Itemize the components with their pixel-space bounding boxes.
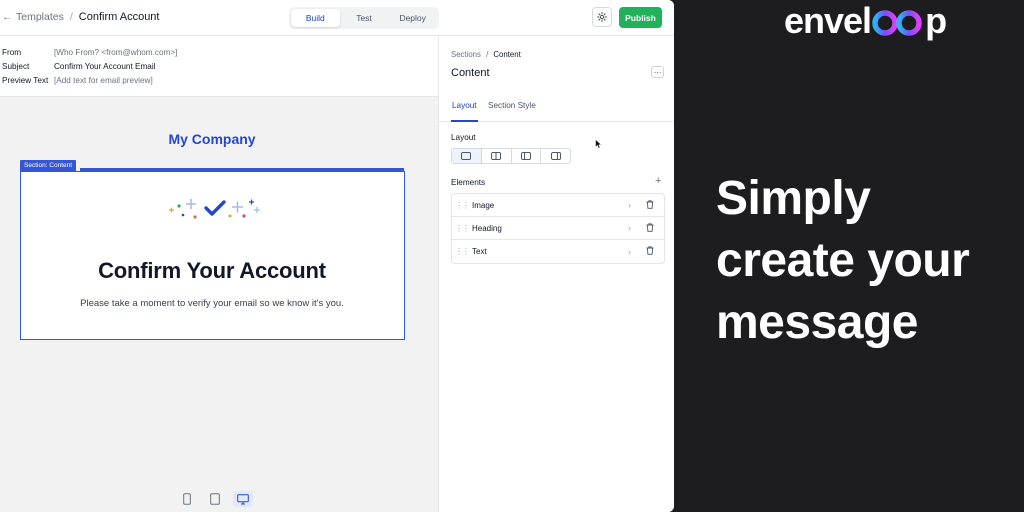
- layout-single-column[interactable]: [452, 149, 482, 163]
- layout-right-sidebar[interactable]: [541, 149, 570, 163]
- promo-line-3: message: [716, 296, 918, 349]
- trash-icon[interactable]: [646, 246, 654, 255]
- email-heading[interactable]: Confirm Your Account: [21, 258, 403, 284]
- panel-crumb-separator: /: [486, 50, 489, 59]
- promo-line-2: create your: [716, 234, 970, 287]
- subject-field[interactable]: Confirm Your Account Email: [54, 62, 155, 71]
- logo-text-right: p: [925, 0, 947, 41]
- layout-picker: [451, 148, 571, 164]
- mode-switcher: Build Test Deploy: [289, 7, 439, 29]
- tab-section-style[interactable]: Section Style: [488, 101, 536, 110]
- meta-row-subject[interactable]: Subject Confirm Your Account Email: [2, 62, 155, 71]
- chevron-right-icon[interactable]: ›: [628, 223, 631, 233]
- element-row-heading[interactable]: ⋮⋮ Heading ›: [452, 217, 664, 240]
- breadcrumb-templates[interactable]: Templates: [16, 11, 64, 23]
- more-options-button[interactable]: …: [651, 66, 664, 78]
- two-column-icon: [491, 152, 501, 160]
- active-tab-indicator: [451, 120, 478, 122]
- single-column-icon: [461, 152, 472, 160]
- element-row-image[interactable]: ⋮⋮ Image ›: [452, 194, 664, 217]
- publish-button[interactable]: Publish: [619, 7, 662, 28]
- device-preview-switcher: [177, 491, 253, 507]
- section-tag[interactable]: Section: Content: [20, 160, 77, 171]
- drag-handle-icon[interactable]: ⋮⋮: [452, 224, 472, 233]
- element-label: Text: [472, 247, 487, 256]
- layout-two-column[interactable]: [482, 149, 512, 163]
- preview-text-field[interactable]: [Add text for email preview]: [54, 76, 153, 85]
- panel-breadcrumb: Sections / Content: [451, 50, 521, 59]
- meta-label: Preview Text: [2, 76, 49, 85]
- editor-window: ← Templates / Confirm Account Build Test…: [0, 0, 674, 512]
- chevron-right-icon[interactable]: ›: [628, 247, 631, 257]
- layout-label: Layout: [451, 133, 476, 142]
- tab-layout[interactable]: Layout: [452, 101, 477, 110]
- element-label: Image: [472, 200, 495, 210]
- desktop-icon: [237, 493, 249, 504]
- mobile-preview-button[interactable]: [177, 491, 197, 507]
- mode-test[interactable]: Test: [340, 9, 389, 27]
- tablet-preview-button[interactable]: [205, 491, 225, 507]
- promo-headline: Simply create your message: [716, 168, 1016, 354]
- logo-infinity-icon: [872, 10, 922, 36]
- logo-text-left: envel: [784, 0, 872, 41]
- panel-tabs: Layout Section Style: [439, 96, 674, 122]
- brand-logo: envel p: [784, 0, 947, 42]
- tablet-icon: [210, 493, 220, 505]
- sparkle-check-icon: [169, 199, 260, 219]
- properties-panel: Sections / Content Content … Layout Sect…: [438, 36, 674, 512]
- add-element-button[interactable]: +: [655, 175, 661, 187]
- breadcrumb-current: Confirm Account: [78, 11, 160, 23]
- element-label: Heading: [472, 223, 502, 233]
- screen: ← Templates / Confirm Account Build Test…: [0, 0, 1024, 512]
- chevron-right-icon[interactable]: ›: [628, 200, 631, 210]
- mode-deploy[interactable]: Deploy: [388, 9, 437, 27]
- right-sidebar-icon: [550, 152, 561, 160]
- panel-title: Content: [451, 67, 490, 79]
- left-sidebar-icon: [521, 152, 531, 160]
- elements-label: Elements: [451, 178, 486, 187]
- mouse-cursor-icon: [595, 139, 602, 149]
- meta-label: From: [2, 48, 22, 57]
- breadcrumb: ← Templates / Confirm Account: [2, 11, 159, 23]
- drag-handle-icon[interactable]: ⋮⋮: [452, 247, 472, 256]
- meta-label: Subject: [2, 62, 30, 71]
- phone-icon: [183, 493, 191, 505]
- mode-build[interactable]: Build: [291, 9, 340, 27]
- desktop-preview-button[interactable]: [233, 491, 253, 507]
- top-bar: ← Templates / Confirm Account Build Test…: [0, 0, 674, 36]
- promo-line-1: Simply: [716, 172, 871, 225]
- back-arrow-icon[interactable]: ←: [2, 12, 12, 23]
- settings-button[interactable]: [592, 7, 612, 27]
- meta-row-preview[interactable]: Preview Text [Add text for email preview…: [2, 76, 153, 85]
- drag-handle-icon[interactable]: ⋮⋮: [452, 201, 472, 210]
- content-section[interactable]: Confirm Your Account Please take a momen…: [20, 171, 405, 340]
- email-canvas: My Company Section: Content Confirm Your…: [0, 97, 438, 512]
- trash-icon[interactable]: [646, 223, 654, 232]
- elements-list: ⋮⋮ Image › ⋮⋮ Heading › ⋮⋮ Text ›: [451, 193, 665, 264]
- meta-row-from[interactable]: From [Who From? <from@whom.com>]: [2, 48, 177, 57]
- from-field[interactable]: [Who From? <from@whom.com>]: [54, 48, 177, 57]
- trash-icon[interactable]: [646, 200, 654, 209]
- gear-icon: [597, 12, 607, 22]
- company-name[interactable]: My Company: [0, 131, 424, 147]
- email-meta: From [Who From? <from@whom.com>] Subject…: [0, 36, 438, 97]
- element-row-text[interactable]: ⋮⋮ Text ›: [452, 240, 664, 263]
- panel-crumb-sections[interactable]: Sections: [451, 50, 481, 59]
- layout-left-sidebar[interactable]: [512, 149, 542, 163]
- panel-crumb-current: Content: [493, 50, 521, 59]
- email-body-text[interactable]: Please take a moment to verify your emai…: [21, 298, 403, 309]
- breadcrumb-separator: /: [69, 11, 73, 23]
